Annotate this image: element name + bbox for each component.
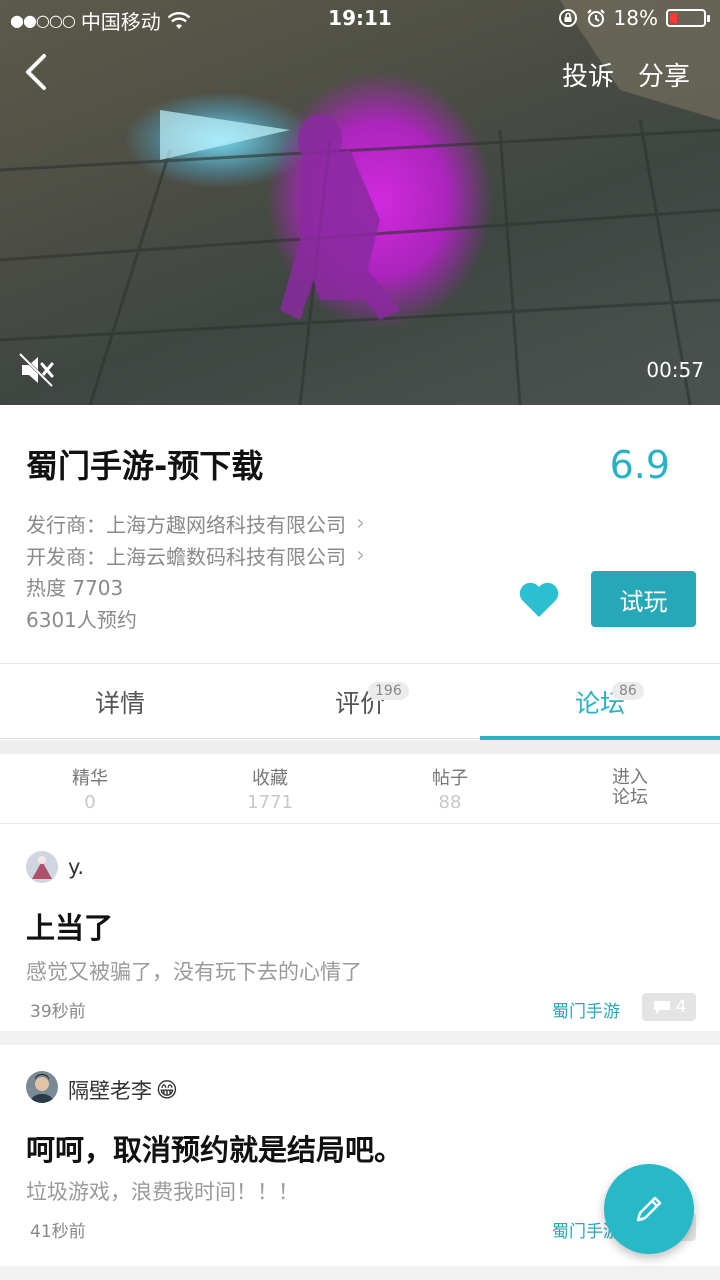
post-time: 41秒前 (30, 1222, 86, 1242)
status-bar: ●●○○○ 中国移动 19:11 18% (0, 0, 720, 36)
avatar-image (26, 851, 58, 883)
tab-details[interactable]: 详情 (0, 664, 240, 740)
game-title: 蜀门手游-预下载 (26, 447, 264, 485)
developer-row[interactable]: 开发商：上海云蟾数码科技有限公司 › (26, 541, 365, 570)
stat-featured[interactable]: 精华 0 (0, 754, 180, 823)
post-title: 呵呵，取消预约就是结局吧。 (26, 1133, 404, 1167)
review-count-badge: 196 (368, 682, 409, 700)
heat-text: 热度 7703 (26, 576, 124, 600)
video-duration: 00:57 (646, 358, 704, 382)
reservation-count: 6301人预约 (26, 608, 137, 632)
stat-label: 进入 论坛 (612, 767, 648, 808)
back-button[interactable] (18, 50, 58, 94)
enter-forum-button[interactable]: 进入 论坛 (540, 754, 720, 823)
try-play-button[interactable]: 试玩 (591, 571, 696, 627)
section-divider (0, 740, 720, 754)
forum-count-badge: 86 (612, 682, 644, 700)
forum-post[interactable]: y. 上当了 感觉又被骗了，没有玩下去的心情了 39秒前 蜀门手游 4 (0, 825, 720, 1045)
video-player[interactable]: ●●○○○ 中国移动 19:11 18% 投诉 分享 00:57 (0, 0, 720, 405)
game-detail-page: ●●○○○ 中国移动 19:11 18% 投诉 分享 00:57 蜀门手游-预下… (0, 0, 720, 1280)
post-time: 39秒前 (30, 1002, 86, 1022)
speaker-muted-icon (18, 352, 54, 388)
post-title: 上当了 (26, 911, 114, 945)
username[interactable]: 隔壁老李 😁 (68, 1075, 178, 1105)
tab-label: 详情 (94, 689, 145, 718)
username-text: 隔壁老李 (68, 1079, 152, 1103)
post-body: 感觉又被骗了，没有玩下去的心情了 (26, 960, 362, 984)
publisher-text: 发行商：上海方趣网络科技有限公司 (26, 513, 346, 537)
stat-value: 1771 (247, 792, 293, 813)
chevron-right-icon: › (356, 511, 365, 536)
pencil-icon (636, 1196, 662, 1222)
share-button[interactable]: 分享 (638, 56, 690, 93)
publisher-row[interactable]: 发行商：上海方趣网络科技有限公司 › (26, 509, 365, 538)
mute-button[interactable] (16, 350, 56, 390)
stat-value: 0 (84, 792, 96, 813)
complain-button[interactable]: 投诉 (562, 56, 614, 93)
username[interactable]: y. (68, 855, 84, 879)
battery-percent: 18% (613, 6, 658, 30)
top-actions: 投诉 分享 (562, 56, 690, 93)
grinning-face-emoji: 😁 (156, 1078, 178, 1102)
chevron-right-icon: › (356, 543, 365, 568)
comment-count-text: 4 (675, 997, 687, 1017)
new-post-button[interactable] (604, 1164, 694, 1254)
heat-row: 热度 7703 (26, 572, 123, 601)
avatar[interactable] (26, 851, 58, 883)
status-icons: 18% (558, 6, 710, 30)
stat-favorites[interactable]: 收藏 1771 (180, 754, 360, 823)
stat-value: 88 (438, 792, 462, 813)
post-game-tag[interactable]: 蜀门手游 (552, 997, 620, 1022)
forum-post[interactable]: 隔壁老李 😁 呵呵，取消预约就是结局吧。 垃圾游戏，浪费我时间！！！ 41秒前 … (0, 1045, 720, 1280)
battery-icon (666, 9, 710, 27)
stat-label: 收藏 (252, 768, 288, 789)
stat-posts[interactable]: 帖子 88 (360, 754, 540, 823)
comment-count[interactable]: 4 (642, 993, 696, 1021)
post-body: 垃圾游戏，浪费我时间！！！ (26, 1180, 299, 1204)
favorite-button[interactable] (518, 581, 560, 619)
comment-icon (653, 1001, 670, 1014)
alarm-icon (586, 9, 605, 27)
tab-forum[interactable]: 论坛 86 (480, 664, 720, 741)
heart-icon (519, 582, 559, 617)
username-text: y. (68, 855, 85, 879)
game-score: 6.9 (609, 443, 670, 487)
chevron-left-icon (26, 54, 46, 90)
developer-text: 开发商：上海云蟾数码科技有限公司 (26, 545, 346, 569)
game-info: 蜀门手游-预下载 6.9 发行商：上海方趣网络科技有限公司 › 开发商：上海云蟾… (0, 405, 720, 663)
forum-stats: 精华 0 收藏 1771 帖子 88 进入 论坛 (0, 754, 720, 824)
reservation-row: 6301人预约 (26, 604, 137, 633)
tab-reviews[interactable]: 评价 196 (240, 664, 480, 740)
stat-label: 精华 (72, 768, 108, 789)
avatar-image (26, 1071, 58, 1103)
tab-bar: 详情 评价 196 论坛 86 (0, 663, 720, 741)
rotation-lock-icon (558, 9, 577, 27)
avatar[interactable] (26, 1071, 58, 1103)
stat-label: 帖子 (432, 768, 468, 789)
